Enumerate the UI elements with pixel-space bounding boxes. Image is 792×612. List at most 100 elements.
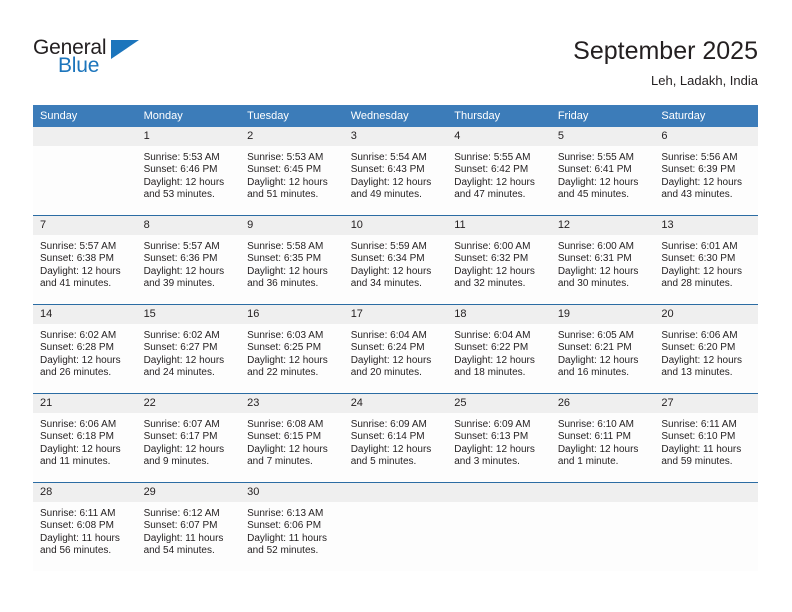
daylight-duration-line2: and 16 minutes. — [557, 367, 629, 379]
day-number: 17 — [343, 305, 448, 324]
day-number: 1 — [136, 127, 241, 146]
calendar-day-cell[interactable]: 4 Sunrise: 5:55 AM Sunset: 6:42 PM Daylight… — [447, 127, 551, 216]
day-number: 19 — [550, 305, 655, 324]
day-sun-info: Sunrise: 6:12 AM Sunset: 6:07 PM Daylight:… — [137, 502, 241, 558]
calendar-day-cell[interactable]: 18 Sunrise: 6:04 AM Sunset: 6:22 PM Dayligh… — [447, 304, 551, 394]
calendar-day: 30 Sunrise: 6:13 AM Sunset: 6:06 PM Dayligh… — [240, 483, 344, 571]
day-sun-info: Sunrise: 6:00 AM Sunset: 6:31 PM Daylight:… — [551, 235, 655, 291]
sunset-time: Sunset: 6:45 PM — [247, 164, 322, 176]
calendar-day-cell[interactable]: 30 Sunrise: 6:13 AM Sunset: 6:06 PM Dayligh… — [240, 482, 344, 571]
daylight-duration-line2: and 52 minutes. — [247, 545, 319, 557]
day-number: 6 — [654, 127, 758, 146]
calendar-day: 5 Sunrise: 5:55 AM Sunset: 6:41 PM Daylight… — [550, 127, 655, 215]
calendar-day-cell[interactable]: 7 Sunrise: 5:57 AM Sunset: 6:38 PM Daylight… — [33, 215, 137, 305]
calendar-day-cell[interactable] — [654, 482, 758, 571]
calendar-day-cell[interactable]: 13 Sunrise: 6:01 AM Sunset: 6:30 PM Dayligh… — [654, 215, 758, 305]
calendar-day-cell[interactable] — [343, 482, 448, 571]
daylight-duration-line1: Daylight: 12 hours — [40, 443, 121, 455]
day-number: 24 — [343, 394, 448, 413]
calendar-day-cell[interactable]: 3 Sunrise: 5:54 AM Sunset: 6:43 PM Daylight… — [343, 127, 448, 216]
general-blue-logo[interactable]: General Blue — [33, 36, 233, 86]
calendar-day-cell[interactable]: 29 Sunrise: 6:12 AM Sunset: 6:07 PM Dayligh… — [136, 482, 241, 571]
sunrise-time: Sunrise: 6:05 AM — [557, 330, 634, 341]
day-number — [550, 483, 655, 502]
day-number: 26 — [550, 394, 655, 413]
sunset-time: Sunset: 6:22 PM — [454, 342, 529, 354]
sunrise-time: Sunrise: 6:11 AM — [40, 508, 116, 519]
weekday-header-monday: Monday — [136, 105, 241, 127]
calendar-day-cell[interactable]: 2 Sunrise: 5:53 AM Sunset: 6:45 PM Daylight… — [240, 127, 344, 216]
sunset-time: Sunset: 6:42 PM — [454, 164, 529, 176]
day-sun-info: Sunrise: 6:02 AM Sunset: 6:27 PM Daylight:… — [137, 324, 241, 380]
calendar-day: 2 Sunrise: 5:53 AM Sunset: 6:45 PM Daylight… — [240, 127, 344, 215]
daylight-duration-line2: and 45 minutes. — [557, 189, 629, 201]
calendar-day-cell[interactable]: 5 Sunrise: 5:55 AM Sunset: 6:41 PM Daylight… — [550, 127, 655, 216]
calendar-day-cell[interactable]: 14 Sunrise: 6:02 AM Sunset: 6:28 PM Dayligh… — [33, 304, 137, 394]
calendar-day-cell[interactable]: 20 Sunrise: 6:06 AM Sunset: 6:20 PM Dayligh… — [654, 304, 758, 394]
calendar-body: 1 Sunrise: 5:53 AM Sunset: 6:46 PM Daylight… — [33, 127, 758, 571]
calendar-day-empty — [33, 127, 137, 215]
calendar-day-cell[interactable]: 12 Sunrise: 6:00 AM Sunset: 6:31 PM Dayligh… — [550, 215, 655, 305]
calendar-week-row: 7 Sunrise: 5:57 AM Sunset: 6:38 PM Daylight… — [33, 215, 758, 305]
day-number: 3 — [343, 127, 448, 146]
day-number: 9 — [240, 216, 344, 235]
sunset-time: Sunset: 6:08 PM — [40, 520, 114, 532]
logo-text-blue: Blue — [58, 54, 100, 77]
day-number: 8 — [136, 216, 241, 235]
calendar-day-cell[interactable]: 23 Sunrise: 6:08 AM Sunset: 6:15 PM Dayligh… — [240, 393, 344, 483]
weekday-header-saturday: Saturday — [654, 105, 758, 127]
calendar-day-cell[interactable]: 28 Sunrise: 6:11 AM Sunset: 6:08 PM Dayligh… — [33, 482, 137, 571]
calendar-day-cell[interactable]: 26 Sunrise: 6:10 AM Sunset: 6:11 PM Dayligh… — [550, 393, 655, 483]
calendar-day-cell[interactable]: 17 Sunrise: 6:04 AM Sunset: 6:24 PM Dayligh… — [343, 304, 448, 394]
calendar-day-cell[interactable]: 8 Sunrise: 5:57 AM Sunset: 6:36 PM Daylight… — [136, 215, 241, 305]
calendar-day: 14 Sunrise: 6:02 AM Sunset: 6:28 PM Dayligh… — [33, 305, 137, 393]
sunrise-time: Sunrise: 6:12 AM — [143, 508, 220, 519]
calendar-week-row: 28 Sunrise: 6:11 AM Sunset: 6:08 PM Dayligh… — [33, 482, 758, 571]
daylight-duration-line1: Daylight: 12 hours — [454, 265, 535, 277]
calendar-day-cell[interactable]: 6 Sunrise: 5:56 AM Sunset: 6:39 PM Daylight… — [654, 127, 758, 216]
day-sun-info: Sunrise: 6:00 AM Sunset: 6:32 PM Daylight:… — [447, 235, 551, 291]
day-number: 7 — [33, 216, 137, 235]
weekday-header-wednesday: Wednesday — [343, 105, 448, 127]
daylight-duration-line1: Daylight: 12 hours — [557, 176, 639, 188]
calendar-day-cell[interactable]: 21 Sunrise: 6:06 AM Sunset: 6:18 PM Dayligh… — [33, 393, 137, 483]
daylight-duration-line2: and 56 minutes. — [40, 545, 112, 557]
calendar-day-cell[interactable]: 25 Sunrise: 6:09 AM Sunset: 6:13 PM Dayligh… — [447, 393, 551, 483]
daylight-duration-line1: Daylight: 11 hours — [40, 532, 120, 544]
calendar-day-cell[interactable]: 19 Sunrise: 6:05 AM Sunset: 6:21 PM Dayligh… — [550, 304, 655, 394]
daylight-duration-line2: and 54 minutes. — [143, 545, 215, 557]
calendar-day-cell[interactable]: 22 Sunrise: 6:07 AM Sunset: 6:17 PM Dayligh… — [136, 393, 241, 483]
calendar-day: 25 Sunrise: 6:09 AM Sunset: 6:13 PM Dayligh… — [447, 394, 551, 482]
weekday-header-sunday: Sunday — [33, 105, 137, 127]
day-sun-info: Sunrise: 5:59 AM Sunset: 6:34 PM Daylight:… — [344, 235, 448, 291]
daylight-duration-line1: Daylight: 12 hours — [247, 265, 328, 277]
sunrise-time: Sunrise: 5:59 AM — [350, 241, 427, 252]
daylight-duration-line1: Daylight: 12 hours — [247, 176, 328, 188]
calendar-day-cell[interactable]: 15 Sunrise: 6:02 AM Sunset: 6:27 PM Dayligh… — [136, 304, 241, 394]
calendar-day-cell[interactable]: 1 Sunrise: 5:53 AM Sunset: 6:46 PM Daylight… — [136, 127, 241, 216]
calendar-day: 27 Sunrise: 6:11 AM Sunset: 6:10 PM Dayligh… — [654, 394, 758, 482]
calendar-day-cell[interactable]: 11 Sunrise: 6:00 AM Sunset: 6:32 PM Dayligh… — [447, 215, 551, 305]
day-number — [343, 483, 448, 502]
daylight-duration-line1: Daylight: 12 hours — [557, 443, 639, 455]
calendar-day-cell[interactable]: 16 Sunrise: 6:03 AM Sunset: 6:25 PM Dayligh… — [240, 304, 344, 394]
daylight-duration-line2: and 9 minutes. — [143, 456, 210, 468]
daylight-duration-line1: Daylight: 12 hours — [454, 176, 535, 188]
daylight-duration-line2: and 13 minutes. — [661, 367, 733, 379]
calendar-day-cell[interactable] — [447, 482, 551, 571]
daylight-duration-line1: Daylight: 11 hours — [661, 443, 742, 455]
calendar-day-cell[interactable]: 10 Sunrise: 5:59 AM Sunset: 6:34 PM Dayligh… — [343, 215, 448, 305]
calendar-day-cell[interactable] — [550, 482, 655, 571]
calendar-day-cell[interactable]: 24 Sunrise: 6:09 AM Sunset: 6:14 PM Dayligh… — [343, 393, 448, 483]
calendar-day-cell[interactable]: 27 Sunrise: 6:11 AM Sunset: 6:10 PM Dayligh… — [654, 393, 758, 483]
day-number: 25 — [447, 394, 551, 413]
calendar-day-cell[interactable]: 9 Sunrise: 5:58 AM Sunset: 6:35 PM Daylight… — [240, 215, 344, 305]
sunrise-time: Sunrise: 6:00 AM — [454, 241, 531, 252]
calendar-day-cell[interactable] — [33, 127, 137, 216]
day-number — [33, 127, 137, 146]
day-number — [654, 483, 758, 502]
sunset-time: Sunset: 6:27 PM — [143, 342, 218, 354]
sunrise-time: Sunrise: 6:02 AM — [143, 330, 220, 341]
calendar-day: 17 Sunrise: 6:04 AM Sunset: 6:24 PM Dayligh… — [343, 305, 448, 393]
calendar-day-empty — [550, 483, 655, 571]
